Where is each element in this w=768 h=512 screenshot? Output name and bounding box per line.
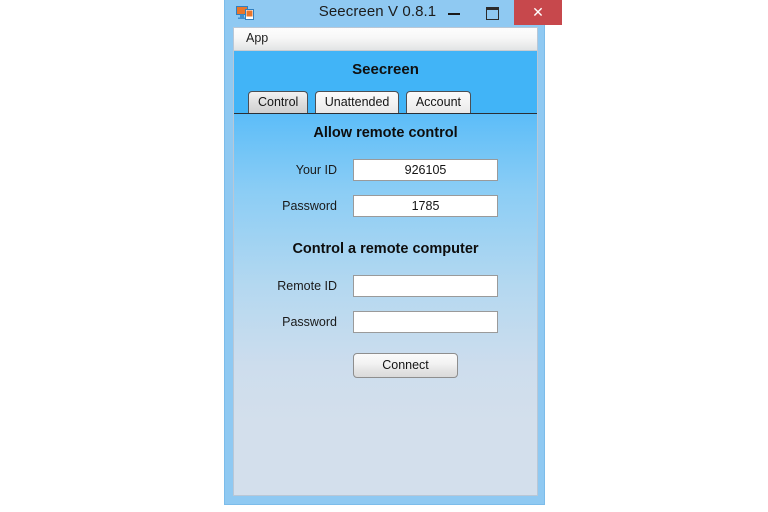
minimize-button[interactable] (439, 0, 469, 25)
menu-item-app[interactable]: App (234, 28, 278, 45)
remote-id-label: Remote ID (277, 279, 337, 293)
app-window: Seecreen V 0.8.1 ✕ App Seecreen Control … (224, 0, 562, 505)
app-banner: Seecreen (234, 51, 537, 91)
remote-password-label: Password (282, 315, 337, 329)
tab-control[interactable]: Control (248, 91, 309, 113)
menu-bar: App (234, 28, 537, 51)
remote-password-row: Password (234, 311, 537, 335)
your-password-row: Password 1785 (234, 195, 537, 219)
your-id-input[interactable]: 926105 (353, 159, 498, 181)
banner-title: Seecreen (352, 61, 419, 78)
close-button[interactable]: ✕ (514, 0, 562, 25)
connect-button[interactable]: Connect (353, 353, 458, 378)
close-icon: ✕ (532, 4, 544, 20)
title-bar[interactable]: Seecreen V 0.8.1 ✕ (225, 0, 562, 27)
tab-strip: Control Unattended Account (234, 91, 537, 113)
your-password-input[interactable]: 1785 (353, 195, 498, 217)
client-area: App Seecreen Control Unattended Account … (233, 27, 538, 496)
your-id-row: Your ID 926105 (234, 159, 537, 183)
maximize-icon (486, 7, 499, 20)
remote-id-input[interactable] (353, 275, 498, 297)
control-tab-panel: Allow remote control Your ID 926105 Pass… (234, 113, 537, 495)
minimize-icon (448, 13, 460, 15)
allow-remote-control-heading: Allow remote control (313, 125, 458, 141)
your-password-label: Password (282, 199, 337, 213)
tab-unattended[interactable]: Unattended (314, 91, 400, 113)
your-id-label: Your ID (295, 163, 337, 177)
remote-password-input[interactable] (353, 311, 498, 333)
maximize-button[interactable] (477, 0, 507, 25)
tab-account[interactable]: Account (405, 91, 472, 113)
remote-id-row: Remote ID (234, 275, 537, 299)
control-remote-computer-heading: Control a remote computer (292, 241, 479, 257)
